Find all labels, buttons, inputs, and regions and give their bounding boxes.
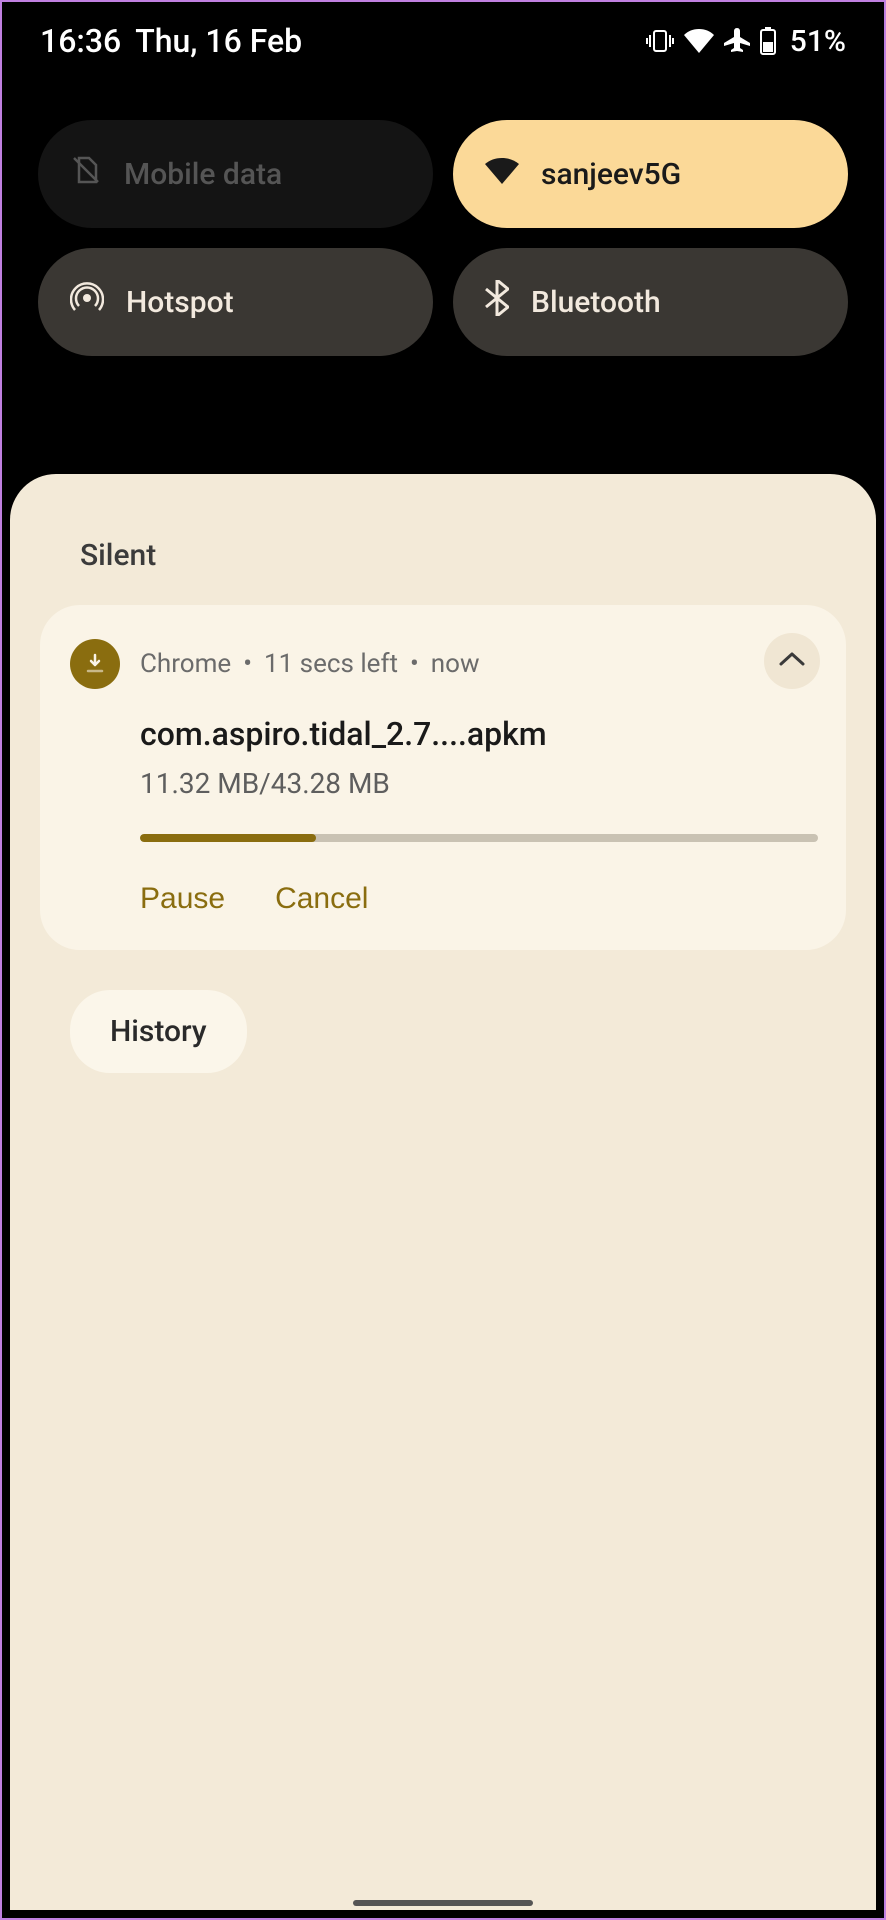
progress-fill (140, 834, 316, 842)
qs-tile-label: Mobile data (124, 157, 282, 192)
notification-shade: Silent Chrome • 11 secs left • now (10, 474, 876, 1910)
airplane-icon (724, 28, 750, 54)
progress-bar (140, 834, 818, 842)
notification-actions: Pause Cancel (140, 882, 816, 916)
separator-dot: • (243, 649, 252, 679)
bluetooth-icon (485, 280, 509, 324)
hotspot-icon (70, 281, 104, 323)
status-left: 16:36 Thu, 16 Feb (40, 22, 302, 60)
notification-subtitle: 11.32 MB/43.28 MB (140, 767, 816, 800)
vibrate-icon (646, 29, 674, 53)
no-sim-icon (70, 154, 102, 194)
status-date: Thu, 16 Feb (135, 22, 302, 60)
qs-tile-label: Bluetooth (531, 285, 661, 320)
battery-percent: 51% (790, 24, 846, 59)
qs-tile-label: sanjeev5G (541, 157, 681, 192)
notification-title: com.aspiro.tidal_2.7....apkm (140, 715, 816, 753)
status-time: 16:36 (40, 22, 121, 60)
notification-body: com.aspiro.tidal_2.7....apkm 11.32 MB/43… (70, 715, 816, 916)
separator-dot: • (410, 649, 419, 679)
qs-hotspot[interactable]: Hotspot (38, 248, 433, 356)
status-bar: 16:36 Thu, 16 Feb 51% (2, 2, 884, 80)
qs-tile-label: Hotspot (126, 285, 234, 320)
qs-mobile-data[interactable]: Mobile data (38, 120, 433, 228)
battery-icon (760, 27, 776, 55)
gesture-handle[interactable] (353, 1900, 533, 1906)
notification-card[interactable]: Chrome • 11 secs left • now com.aspiro.t… (40, 605, 846, 950)
quick-settings: Mobile data sanjeev5G Hotspot Bluetooth (2, 80, 884, 416)
notification-time-hint: 11 secs left (264, 649, 398, 679)
collapse-button[interactable] (764, 633, 820, 689)
pause-button[interactable]: Pause (140, 882, 225, 916)
history-button[interactable]: History (70, 990, 247, 1073)
wifi-icon (684, 29, 714, 53)
qs-bluetooth[interactable]: Bluetooth (453, 248, 848, 356)
status-right: 51% (646, 24, 846, 59)
chevron-up-icon (779, 651, 805, 671)
download-icon (70, 639, 120, 689)
notification-timestamp: now (431, 649, 480, 679)
wifi-icon (485, 157, 519, 192)
cancel-button[interactable]: Cancel (275, 882, 368, 916)
notification-app: Chrome (140, 649, 231, 679)
qs-wifi[interactable]: sanjeev5G (453, 120, 848, 228)
section-label-silent: Silent (80, 538, 846, 573)
notification-meta: Chrome • 11 secs left • now (140, 649, 480, 679)
notification-header: Chrome • 11 secs left • now (70, 639, 816, 689)
